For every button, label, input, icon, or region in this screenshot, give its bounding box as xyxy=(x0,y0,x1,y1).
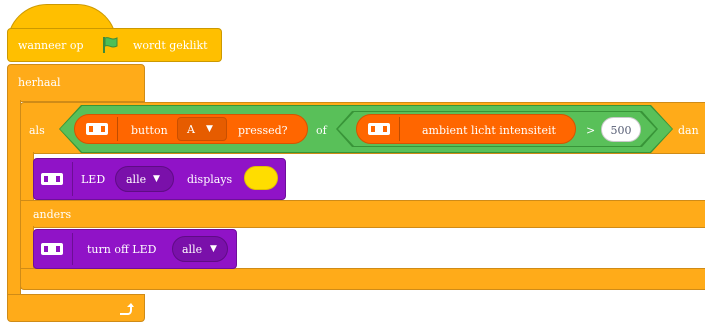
extension-icon xyxy=(368,123,390,135)
repeat-block-arm xyxy=(7,100,21,298)
led-off-target-value: alle xyxy=(182,243,203,256)
loop-arrow-icon xyxy=(120,303,134,315)
extension-separator xyxy=(72,162,73,196)
greater-than-symbol: > xyxy=(586,124,596,137)
then-label: dan xyxy=(678,124,699,137)
extension-separator xyxy=(399,117,400,141)
extension-separator xyxy=(117,117,118,141)
hat-prefix-text: wanneer op xyxy=(18,39,84,52)
if-else-middle xyxy=(20,200,705,228)
if-else-arm-top xyxy=(20,152,34,204)
repeat-label: herhaal xyxy=(18,76,61,89)
or-operator-label: of xyxy=(316,124,327,137)
if-else-arm-bottom xyxy=(20,226,34,270)
led-off-target-dropdown[interactable]: alle ▼ xyxy=(172,236,228,262)
extension-separator xyxy=(72,233,73,265)
button-dropdown[interactable]: A ▼ xyxy=(177,117,227,141)
extension-icon xyxy=(86,123,108,135)
chevron-down-icon: ▼ xyxy=(210,244,217,254)
green-flag-icon xyxy=(103,37,118,53)
color-picker-swatch[interactable] xyxy=(244,166,278,190)
led-label: LED xyxy=(81,173,106,186)
else-label: anders xyxy=(33,208,72,221)
if-else-bottom xyxy=(20,268,705,290)
led-action-label: displays xyxy=(187,173,233,186)
extension-icon xyxy=(41,173,63,185)
led-target-dropdown[interactable]: alle ▼ xyxy=(115,166,174,192)
button-suffix: pressed? xyxy=(238,124,288,137)
turn-off-led-label: turn off LED xyxy=(87,243,157,256)
extension-icon xyxy=(41,243,63,255)
chevron-down-icon: ▼ xyxy=(153,174,160,184)
button-dropdown-value: A xyxy=(187,123,195,136)
ambient-light-label: ambient licht intensiteit xyxy=(422,124,556,137)
if-label: als xyxy=(29,124,45,137)
hat-suffix-text: wordt geklikt xyxy=(133,39,208,52)
chevron-down-icon: ▼ xyxy=(206,124,213,134)
button-label: button xyxy=(131,124,168,137)
compare-value-input[interactable]: 500 xyxy=(601,117,641,142)
led-target-value: alle xyxy=(126,173,147,186)
